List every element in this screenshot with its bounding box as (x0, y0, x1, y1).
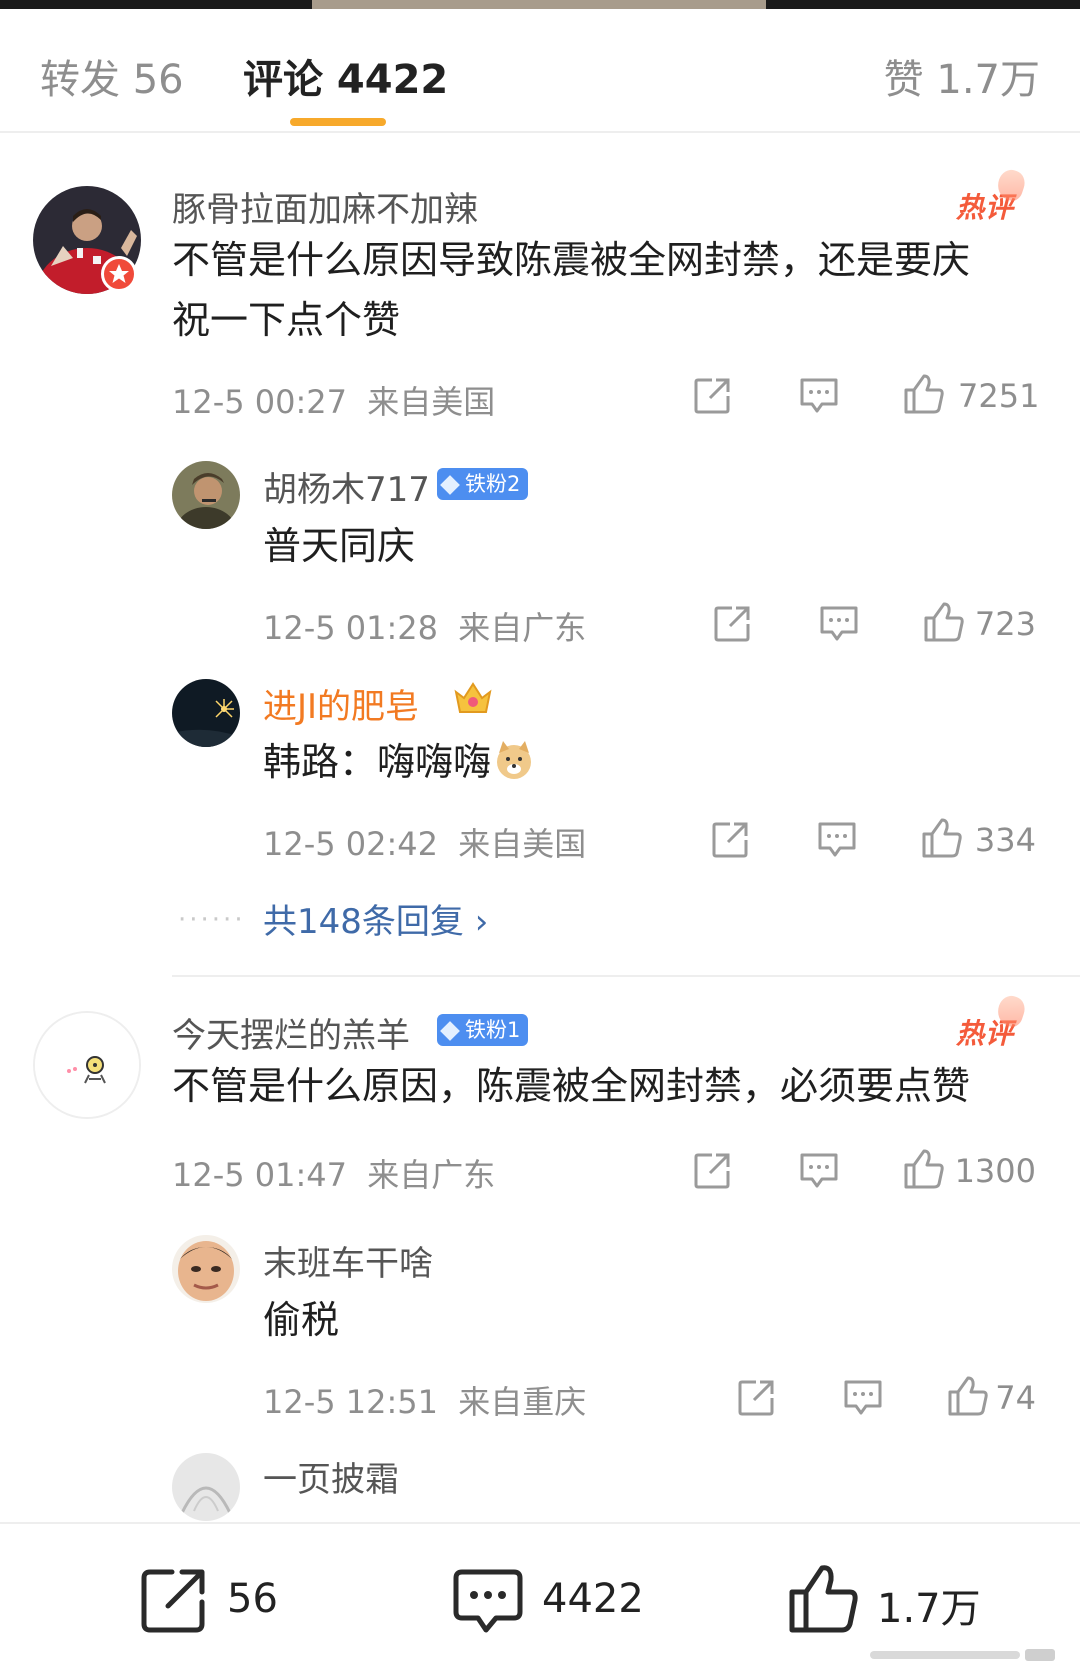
share-icon[interactable] (736, 1378, 776, 1418)
like-icon[interactable] (946, 1374, 990, 1418)
more-replies-dots: ······ (178, 905, 246, 935)
reply-text: 普天同庆 (263, 524, 416, 568)
comment-meta: 12-5 01:47 来自广东 (172, 1150, 495, 1196)
fan-badge: 铁粉1 (437, 1014, 529, 1046)
comment-text-line: 不管是什么原因导致陈震被全网封禁，还是要庆 (172, 238, 971, 282)
fan-badge-label: 铁粉1 (465, 1018, 521, 1042)
reply-text-content: 韩路：嗨嗨嗨 (263, 740, 492, 784)
reply-icon[interactable] (818, 604, 860, 644)
like-count[interactable]: 1.7万 (877, 1576, 981, 1634)
like-count: 723 (974, 605, 1036, 643)
like-icon[interactable] (788, 1562, 860, 1636)
verified-badge-icon (101, 256, 137, 292)
comment-count[interactable]: 4422 (542, 1576, 644, 1622)
comment-location: 来自广东 (367, 1156, 496, 1194)
hot-comment-tag: 热评 (956, 992, 1029, 1052)
vip-crown-icon (454, 682, 492, 713)
comment-meta: 12-5 00:27 来自美国 (172, 377, 495, 423)
comment-text-line: 祝一下点个赞 (172, 298, 401, 342)
like-count: 74 (995, 1379, 1036, 1417)
watermark-icon (870, 1649, 1055, 1661)
avatar[interactable] (172, 1453, 240, 1521)
comment-text: 不管是什么原因，陈震被全网封禁，必须要点赞 (172, 1064, 971, 1108)
reply-location: 来自美国 (458, 825, 587, 863)
like-icon[interactable] (920, 816, 964, 860)
reply-username[interactable]: 末班车干啥 (263, 1236, 433, 1285)
avatar[interactable] (172, 1235, 240, 1303)
share-icon[interactable] (710, 820, 750, 860)
diamond-icon (440, 475, 460, 495)
reply-meta: 12-5 02:42 来自美国 (263, 819, 586, 865)
like-icon[interactable] (902, 372, 946, 416)
tab-reposts[interactable]: 转发 56 (40, 47, 184, 105)
avatar[interactable] (33, 1011, 141, 1119)
tab-likes[interactable]: 赞 1.7万 (884, 47, 1040, 105)
reply-username[interactable]: 一页披霜 (263, 1452, 399, 1501)
comment-location: 来自美国 (367, 383, 496, 421)
reply-meta: 12-5 01:28 来自广东 (263, 603, 586, 649)
reply-time: 12-5 12:51 (263, 1383, 439, 1421)
reply-text: 偷税 (263, 1298, 340, 1342)
like-count: 334 (974, 821, 1036, 859)
reply-meta: 12-5 12:51 来自重庆 (263, 1377, 586, 1423)
tab-comments[interactable]: 评论 4422 (243, 47, 448, 105)
avatar[interactable] (172, 461, 240, 529)
reply-location: 来自广东 (458, 609, 587, 647)
comment-username[interactable]: 今天摆烂的羔羊 (172, 1008, 410, 1057)
reply-time: 12-5 01:28 (263, 609, 439, 647)
reply-icon[interactable] (798, 1151, 840, 1191)
fan-badge-label: 铁粉2 (465, 472, 521, 496)
comment-username[interactable]: 豚骨拉面加麻不加辣 (172, 182, 478, 231)
view-more-replies-link[interactable]: 共148条回复 › (263, 894, 488, 943)
repost-count[interactable]: 56 (227, 1576, 278, 1622)
comment-divider (172, 975, 1080, 977)
tab-bar: 转发 56 评论 4422 赞 1.7万 (0, 9, 1080, 133)
reply-icon[interactable] (798, 376, 840, 416)
media-preview-strip (0, 0, 1080, 9)
reply-username[interactable]: 进JI的肥皂 (263, 679, 419, 728)
doge-emoji-icon (497, 741, 532, 779)
comment-time: 12-5 00:27 (172, 383, 348, 421)
comment-time: 12-5 01:47 (172, 1156, 348, 1194)
reply-icon[interactable] (842, 1378, 884, 1418)
reply-icon[interactable] (816, 820, 858, 860)
share-icon[interactable] (692, 376, 732, 416)
reply-location: 来自重庆 (458, 1383, 587, 1421)
diamond-icon (440, 1021, 460, 1041)
avatar[interactable] (172, 679, 240, 747)
share-icon[interactable] (712, 604, 752, 644)
reply-username[interactable]: 胡杨木717 (263, 462, 430, 511)
like-icon[interactable] (922, 600, 966, 644)
reply-text: 韩路：嗨嗨嗨 (263, 732, 535, 792)
media-thumbnail[interactable] (312, 0, 766, 9)
share-icon[interactable] (692, 1151, 732, 1191)
comment-icon[interactable] (452, 1568, 524, 1638)
comment-text: 不管是什么原因导致陈震被全网封禁，还是要庆 祝一下点个赞 (172, 230, 1052, 350)
repost-icon[interactable] (138, 1566, 210, 1636)
hot-comment-tag: 热评 (956, 166, 1029, 226)
reply-time: 12-5 02:42 (263, 825, 439, 863)
like-count: 1300 (954, 1152, 1036, 1190)
like-count: 7251 (958, 377, 1040, 415)
fan-badge: 铁粉2 (437, 468, 529, 500)
active-tab-indicator (290, 118, 386, 126)
like-icon[interactable] (902, 1147, 946, 1191)
